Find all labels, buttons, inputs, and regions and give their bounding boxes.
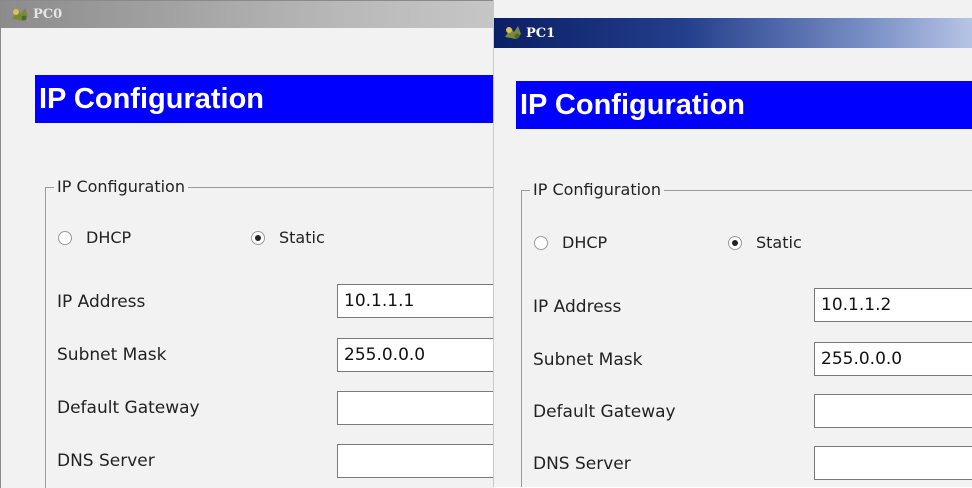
group-legend: IP Configuration <box>54 176 188 198</box>
static-label: Static <box>279 228 325 247</box>
dns-server-label: DNS Server <box>57 451 155 471</box>
static-radio[interactable] <box>728 235 742 250</box>
static-option[interactable]: Static <box>251 228 325 247</box>
ip-address-input[interactable]: 10.1.1.1 <box>337 284 494 318</box>
group-legend: IP Configuration <box>530 179 664 201</box>
ip-configuration-group: IP Configuration DHCP Static IP Address … <box>45 176 494 488</box>
window-title: PC0 <box>33 7 63 22</box>
dhcp-option[interactable]: DHCP <box>534 233 607 252</box>
subnet-mask-input[interactable]: 255.0.0.0 <box>814 342 972 376</box>
pc1-title-bar[interactable]: PC1 <box>494 18 972 48</box>
subnet-mask-input[interactable]: 255.0.0.0 <box>337 338 494 372</box>
dhcp-radio[interactable] <box>534 235 548 250</box>
static-label: Static <box>756 233 802 252</box>
window-title: PC1 <box>526 25 556 41</box>
ip-address-label: IP Address <box>533 297 622 317</box>
ip-configuration-group: IP Configuration DHCP Static IP Address … <box>521 179 972 487</box>
pc-icon <box>502 24 524 42</box>
subnet-mask-label: Subnet Mask <box>533 350 643 370</box>
ip-configuration-banner: IP Configuration <box>35 75 494 123</box>
dhcp-radio[interactable] <box>58 230 72 245</box>
default-gateway-label: Default Gateway <box>57 398 200 418</box>
ip-configuration-banner: IP Configuration <box>516 81 972 129</box>
ip-address-label: IP Address <box>57 292 146 312</box>
pc-icon <box>9 6 31 24</box>
default-gateway-input[interactable] <box>814 394 972 428</box>
default-gateway-label: Default Gateway <box>533 402 676 422</box>
dhcp-label: DHCP <box>86 228 132 247</box>
static-option[interactable]: Static <box>728 233 802 252</box>
pc1-window: PC1 IP Configuration IP Configuration DH… <box>493 0 972 487</box>
subnet-mask-label: Subnet Mask <box>57 345 167 365</box>
ip-address-input[interactable]: 10.1.1.2 <box>814 288 972 322</box>
dhcp-label: DHCP <box>562 233 608 252</box>
default-gateway-input[interactable] <box>337 391 494 425</box>
dhcp-option[interactable]: DHCP <box>58 228 131 247</box>
dns-server-input[interactable] <box>814 446 972 480</box>
static-radio[interactable] <box>251 230 265 245</box>
dns-server-label: DNS Server <box>533 454 631 474</box>
pc0-title-bar[interactable]: PC0 <box>1 1 494 28</box>
dns-server-input[interactable] <box>337 444 494 478</box>
pc0-window: PC0 IP Configuration IP Configuration DH… <box>0 0 494 488</box>
